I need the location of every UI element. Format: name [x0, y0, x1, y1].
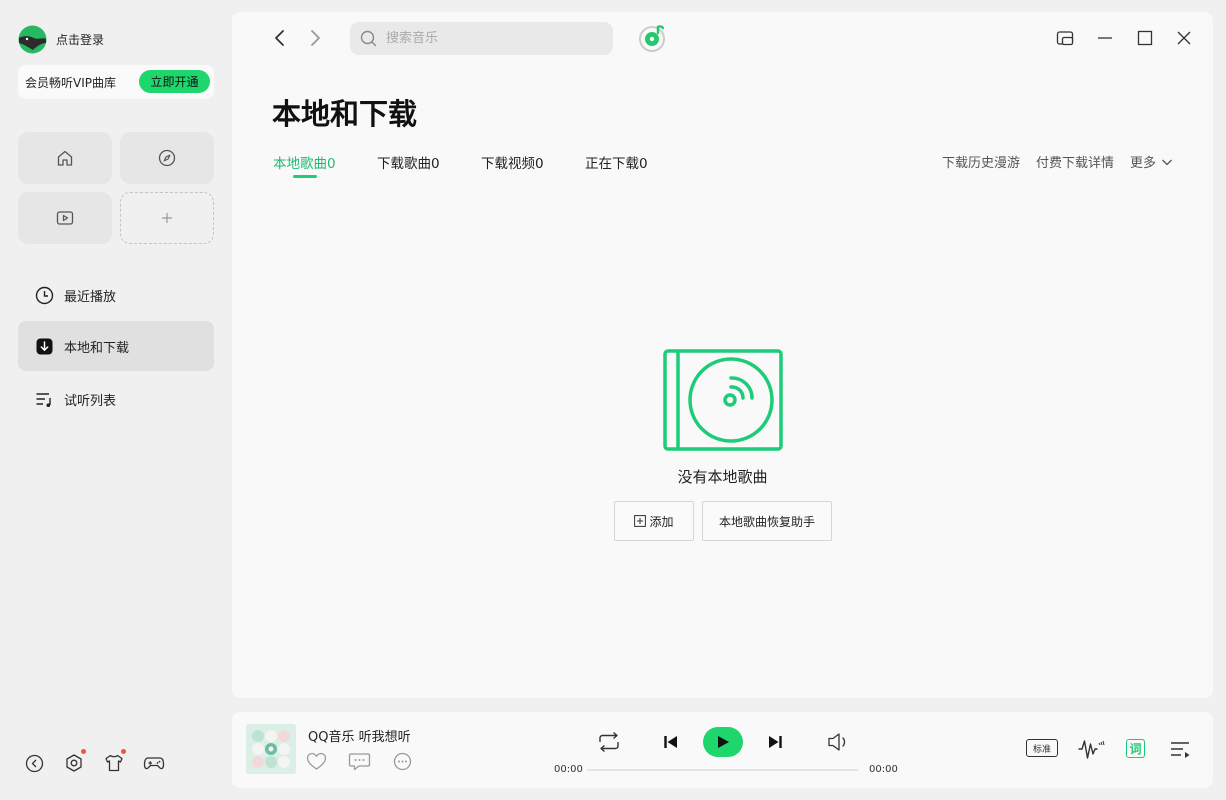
- minimize-icon[interactable]: [1096, 29, 1114, 47]
- compass-icon: [158, 149, 176, 167]
- video-tile[interactable]: [18, 192, 112, 244]
- lyrics-button[interactable]: 词: [1126, 739, 1145, 758]
- progress-bar[interactable]: [587, 769, 858, 771]
- tab-active-indicator: [293, 175, 317, 178]
- clock-icon: [35, 286, 54, 305]
- more-options-icon[interactable]: [393, 752, 412, 771]
- login-link[interactable]: 点击登录: [56, 31, 104, 48]
- playlist-icon: [35, 390, 54, 409]
- tab-downloaded-videos[interactable]: 下载视频0: [481, 152, 544, 172]
- music-recognition-icon[interactable]: [638, 23, 668, 53]
- sidebar-item-recent[interactable]: 最近播放: [18, 270, 214, 320]
- song-title[interactable]: QQ音乐 听我想听: [308, 726, 411, 745]
- forward-icon[interactable]: [305, 28, 325, 48]
- paid-download-link[interactable]: 付费下载详情: [1036, 152, 1114, 171]
- volume-icon[interactable]: [826, 731, 852, 753]
- search-box[interactable]: [350, 22, 613, 55]
- gamepad-icon[interactable]: [143, 752, 165, 774]
- tab-downloaded-songs[interactable]: 下载歌曲0: [377, 152, 440, 172]
- page-title: 本地和下载: [272, 97, 418, 131]
- plus-icon: [161, 212, 173, 224]
- plugin-icon[interactable]: [63, 749, 86, 774]
- repeat-icon[interactable]: [596, 731, 622, 753]
- avatar[interactable]: [18, 25, 47, 54]
- more-label: 更多: [1130, 156, 1157, 171]
- quality-button[interactable]: 标准: [1026, 739, 1058, 757]
- vip-open-button[interactable]: 立即开通: [139, 70, 210, 93]
- restore-helper-button[interactable]: 本地歌曲恢复助手: [702, 501, 832, 541]
- vip-text: 会员畅听VIP曲库: [25, 76, 116, 90]
- tab-downloading[interactable]: 正在下载0: [585, 152, 648, 172]
- chevron-down-icon: [1161, 156, 1173, 168]
- badge-dot: [121, 749, 126, 754]
- close-icon[interactable]: [1175, 29, 1193, 47]
- sidebar-item-trial-list[interactable]: 试听列表: [18, 374, 214, 424]
- add-tile[interactable]: [120, 192, 214, 244]
- empty-message: 没有本地歌曲: [677, 468, 768, 486]
- play-button[interactable]: [703, 727, 743, 757]
- mini-mode-icon[interactable]: [1056, 29, 1075, 48]
- skin-icon[interactable]: [103, 749, 126, 774]
- sidebar-item-label: 试听列表: [64, 393, 117, 409]
- more-menu[interactable]: 更多: [1130, 152, 1173, 171]
- sidebar-item-label: 本地和下载: [64, 340, 130, 356]
- album-cover[interactable]: [246, 724, 296, 774]
- explore-tile[interactable]: [120, 132, 214, 184]
- add-button[interactable]: 添加: [614, 501, 694, 541]
- play-icon: [716, 735, 730, 749]
- playlist-queue-icon[interactable]: [1169, 739, 1191, 759]
- download-history-link[interactable]: 下载历史漫游: [942, 152, 1020, 171]
- total-time: 00:00: [869, 764, 898, 775]
- video-icon: [56, 209, 74, 227]
- back-icon[interactable]: [270, 28, 290, 48]
- back-circle-icon[interactable]: [23, 752, 45, 774]
- main-panel: 本地和下载 本地歌曲0 下载歌曲0 下载视频0 正在下载0 下载历史漫游 付费下…: [232, 12, 1213, 698]
- heart-icon[interactable]: [306, 752, 327, 771]
- current-time: 00:00: [554, 764, 583, 775]
- tab-local-songs[interactable]: 本地歌曲0: [273, 152, 336, 172]
- comment-icon[interactable]: [348, 752, 371, 771]
- player-bar: QQ音乐 听我想听 00:00 00:00 标准 词: [232, 712, 1213, 788]
- previous-icon[interactable]: [662, 733, 680, 751]
- vip-banner: 会员畅听VIP曲库 立即开通: [18, 65, 214, 99]
- download-icon: [35, 337, 54, 356]
- search-input[interactable]: [386, 22, 606, 55]
- sound-effect-icon[interactable]: [1077, 737, 1105, 761]
- sidebar-item-label: 最近播放: [64, 289, 117, 305]
- next-icon[interactable]: [766, 733, 784, 751]
- search-icon: [360, 30, 377, 47]
- add-box-icon: [634, 515, 647, 527]
- add-button-label: 添加: [649, 514, 674, 529]
- home-tile[interactable]: [18, 132, 112, 184]
- sidebar-item-local-download[interactable]: 本地和下载: [18, 321, 214, 371]
- cd-empty-icon: [663, 349, 783, 451]
- maximize-icon[interactable]: [1136, 29, 1154, 47]
- sidebar: 点击登录 会员畅听VIP曲库 立即开通 最近播放 本地和下载 试听列表: [0, 0, 232, 800]
- badge-dot: [81, 749, 86, 754]
- home-icon: [56, 149, 74, 167]
